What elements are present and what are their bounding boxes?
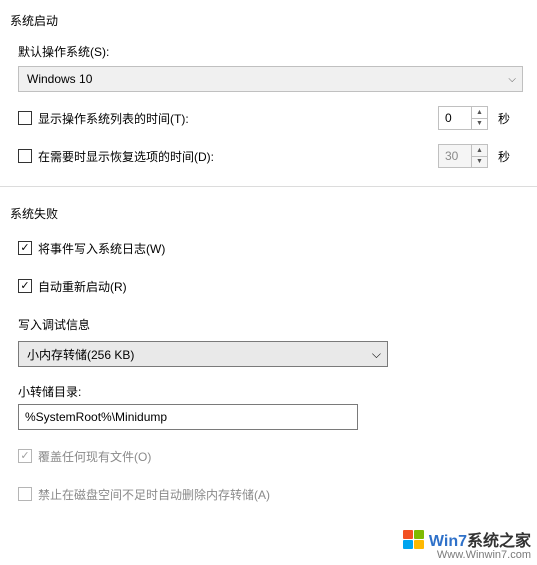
dump-type-select[interactable]: 小内存转储(256 KB) ⌵ [18,341,388,367]
recovery-time-value: 30 [439,145,471,167]
section-failure-title: 系统失败 [0,187,537,222]
chevron-down-icon: ⌵ [372,347,381,362]
os-list-time-unit: 秒 [498,110,510,127]
show-recovery-checkbox[interactable] [18,149,32,163]
default-os-label: 默认操作系统(S): [18,43,519,60]
watermark: Win7系统之家 Www.Winwin7.com [403,527,531,561]
watermark-brand-suffix: 系统之家 [467,533,531,550]
show-recovery-label: 在需要时显示恢复选项的时间(D): [38,148,214,165]
disable-auto-delete-label: 禁止在磁盘空间不足时自动删除内存转储(A) [38,486,270,503]
recovery-time-unit: 秒 [498,148,510,165]
debug-info-heading: 写入调试信息 [18,316,519,333]
dump-dir-value: %SystemRoot%\Minidump [25,410,167,424]
spinner-down-icon[interactable]: ▼ [472,157,487,168]
chevron-down-icon: ⌵ [508,74,516,85]
watermark-brand-prefix: Win7 [429,533,467,550]
dump-type-value: 小内存转储(256 KB) [27,346,134,363]
overwrite-label: 覆盖任何现有文件(O) [38,448,151,465]
auto-restart-label: 自动重新启动(R) [38,278,127,295]
windows-logo-icon [403,530,425,550]
default-os-select[interactable]: Windows 10 ⌵ [18,66,523,92]
auto-restart-checkbox[interactable] [18,279,32,293]
default-os-value: Windows 10 [27,72,92,86]
overwrite-checkbox [18,449,32,463]
spinner-up-icon[interactable]: ▲ [472,145,487,157]
spinner-down-icon[interactable]: ▼ [472,119,487,130]
dump-dir-label: 小转储目录: [18,383,519,400]
section-startup-title: 系统启动 [0,0,537,29]
os-list-time-value: 0 [439,107,471,129]
spinner-up-icon[interactable]: ▲ [472,107,487,119]
dump-dir-input[interactable]: %SystemRoot%\Minidump [18,404,358,430]
recovery-time-spinner[interactable]: 30 ▲ ▼ [438,144,488,168]
write-log-label: 将事件写入系统日志(W) [38,240,165,257]
show-os-list-checkbox[interactable] [18,111,32,125]
write-log-checkbox[interactable] [18,241,32,255]
disable-auto-delete-checkbox [18,487,32,501]
show-os-list-label: 显示操作系统列表的时间(T): [38,110,189,127]
os-list-time-spinner[interactable]: 0 ▲ ▼ [438,106,488,130]
